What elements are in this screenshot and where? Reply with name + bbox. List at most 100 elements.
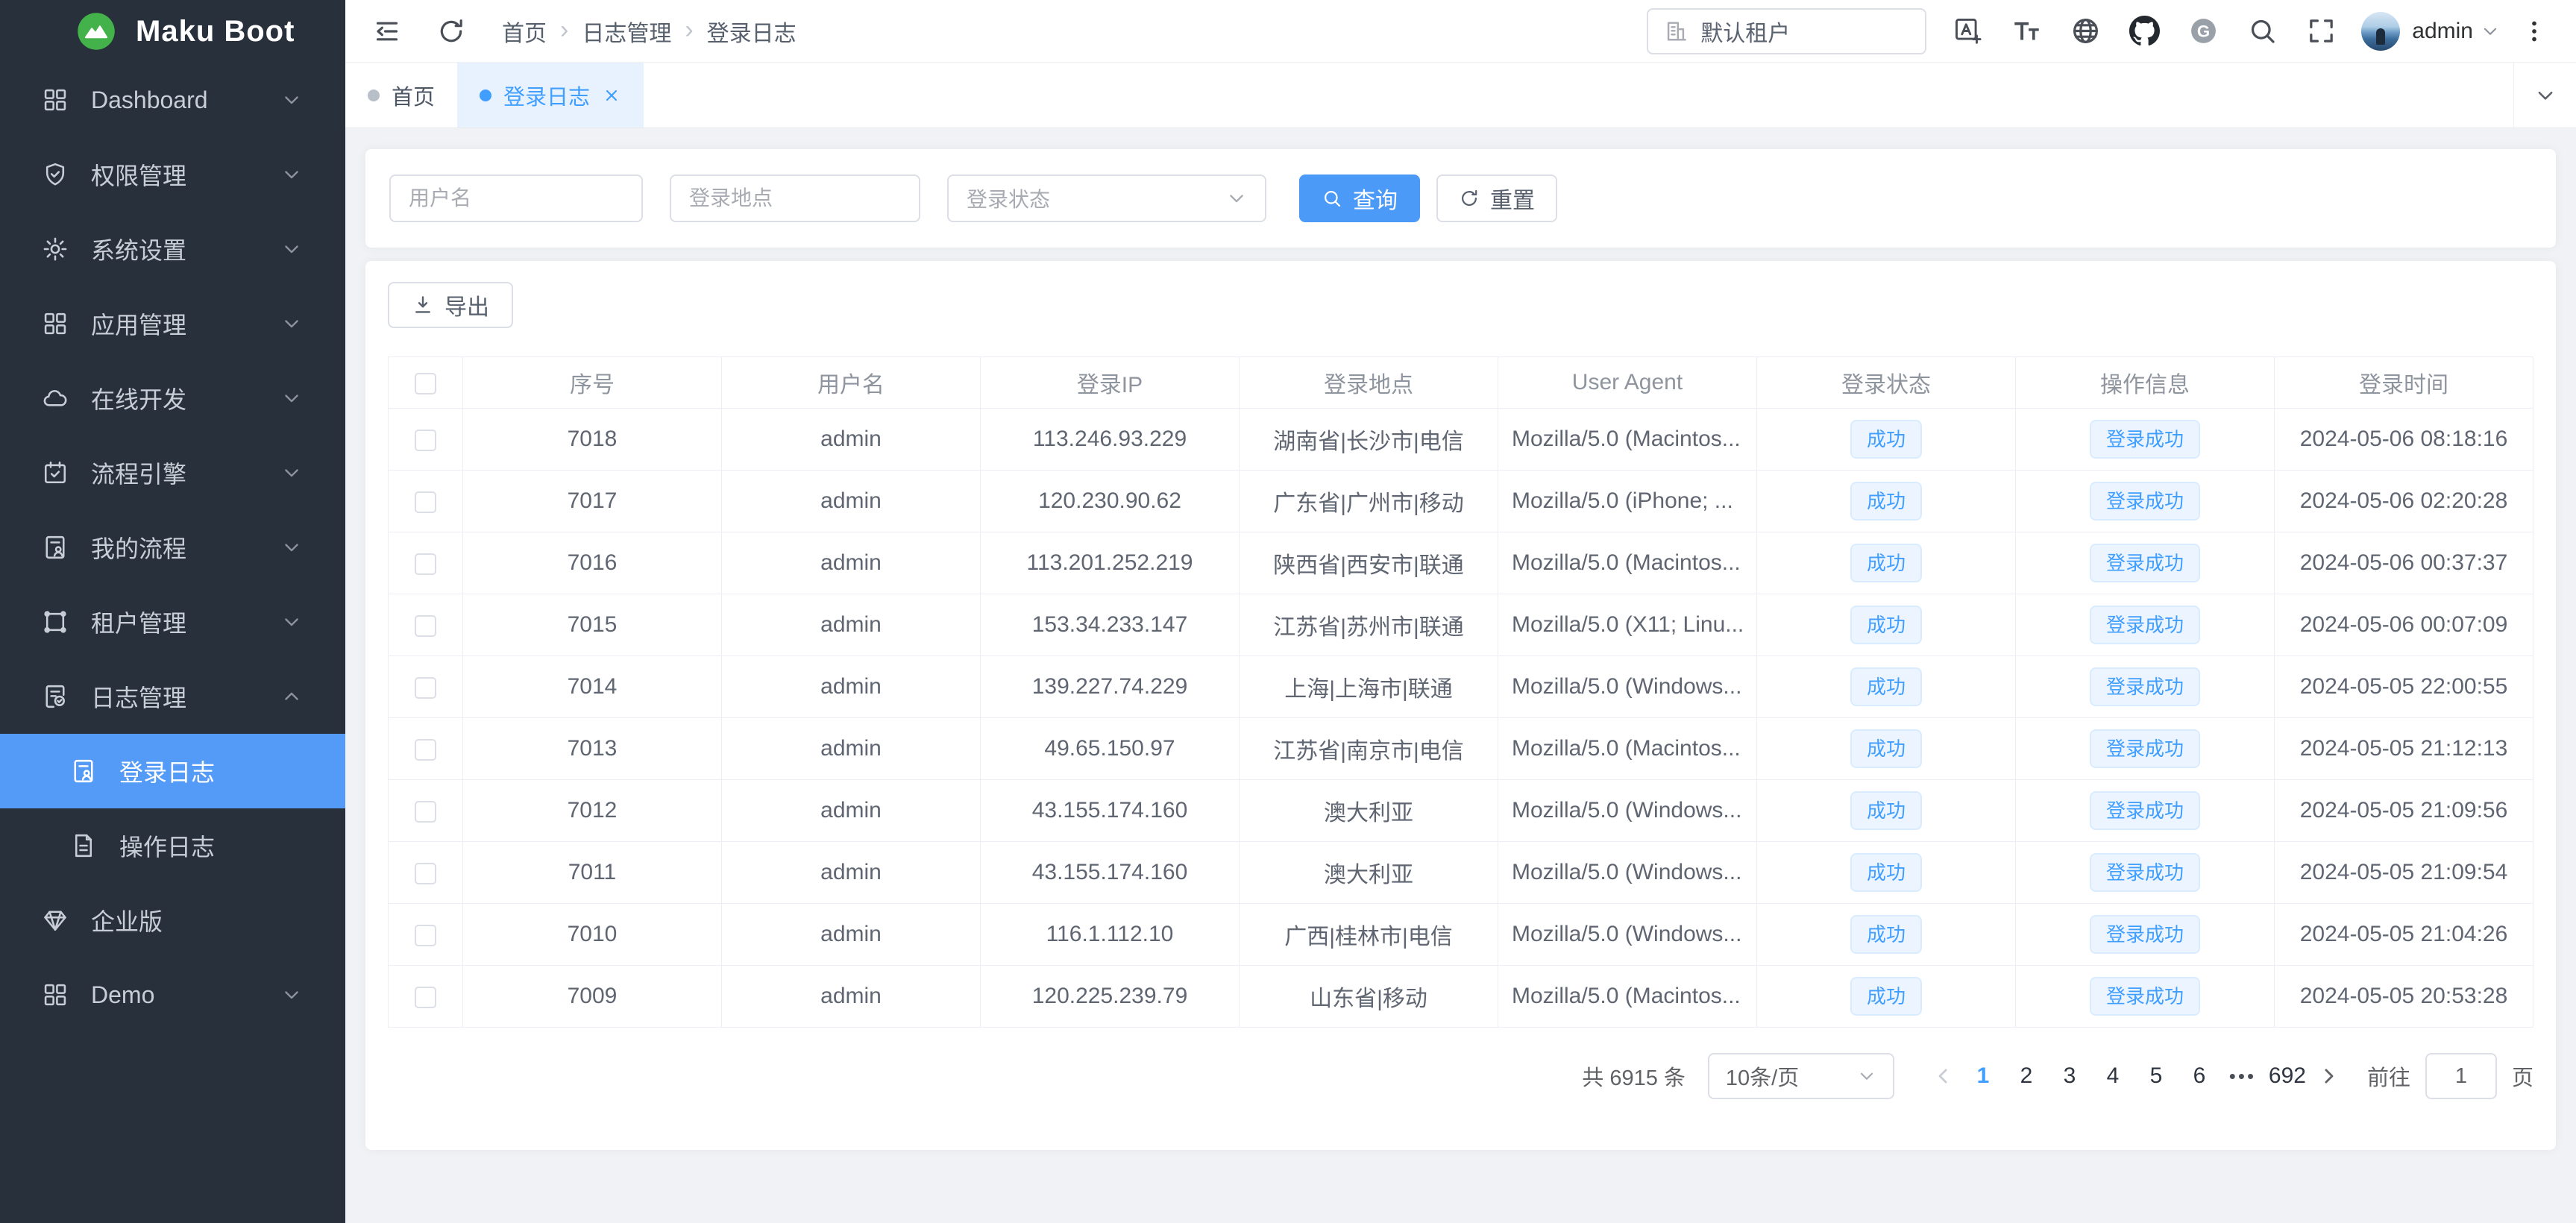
chevron-down-icon	[281, 89, 302, 110]
header-tool-button[interactable]	[2292, 8, 2351, 54]
row-checkbox[interactable]	[415, 987, 436, 1008]
cell-login-time: 2024-05-05 21:09:56	[2275, 780, 2533, 842]
select-all-cell	[389, 357, 463, 409]
breadcrumb-item[interactable]: 日志管理	[582, 15, 671, 48]
next-page-button[interactable]	[2310, 1065, 2346, 1087]
login-location-input[interactable]	[670, 175, 920, 222]
table-row: 7011 admin 43.155.174.160 澳大利亚 Mozilla/5…	[389, 842, 2533, 904]
search-button-label: 查询	[1353, 182, 1398, 215]
row-checkbox[interactable]	[415, 925, 436, 946]
tenant-select[interactable]: 默认租户	[1647, 8, 1926, 54]
sidebar-menu-item[interactable]: 流程引擎	[0, 436, 345, 510]
cell-login-status: 成功	[1757, 656, 2016, 718]
app-logo[interactable]: Maku Boot	[0, 0, 345, 63]
sidebar-menu-item[interactable]: 系统设置	[0, 212, 345, 286]
sidebar-menu-item[interactable]: 企业版	[0, 883, 345, 958]
table-card: 导出 序号用户名登录IP登录地点User Agent登录状态操作信息登录时间 7…	[365, 261, 2556, 1150]
page-number[interactable]: 3	[2052, 1063, 2087, 1089]
more-pages-icon[interactable]: •••	[2225, 1065, 2260, 1088]
gear-icon	[42, 236, 69, 262]
menu-item-label: 在线开发	[91, 381, 281, 415]
sidebar-menu-item[interactable]: Demo	[0, 958, 345, 1032]
status-badge: 成功	[1850, 853, 1922, 892]
refresh-button[interactable]	[436, 16, 466, 46]
sidebar-menu-item[interactable]: 我的流程	[0, 510, 345, 585]
cell-login-location: 湖南省|长沙市|电信	[1240, 409, 1498, 471]
row-checkbox[interactable]	[415, 615, 436, 637]
sidebar-menu-item[interactable]: Dashboard	[0, 63, 345, 137]
collapse-sidebar-button[interactable]	[372, 16, 402, 46]
page-number[interactable]: 1	[1966, 1063, 2000, 1089]
sidebar-menu-item[interactable]: 权限管理	[0, 137, 345, 212]
user-name[interactable]: admin	[2412, 19, 2473, 44]
close-icon[interactable]	[602, 86, 621, 105]
sidebar-menu-item[interactable]: 租户管理	[0, 585, 345, 659]
translate-icon	[1953, 16, 1983, 46]
row-checkbox[interactable]	[415, 801, 436, 823]
sidebar-submenu-item[interactable]: 登录日志	[0, 734, 345, 808]
menu-item-label: 应用管理	[91, 306, 281, 341]
cell-username: admin	[722, 409, 981, 471]
sidebar-menu-item[interactable]: 日志管理	[0, 659, 345, 734]
breadcrumb-item[interactable]: 首页	[502, 15, 547, 48]
row-select-cell	[389, 594, 463, 656]
prev-page-button[interactable]	[1926, 1065, 1961, 1087]
kebab-icon	[2521, 18, 2548, 45]
search-button[interactable]: 查询	[1299, 175, 1420, 222]
operation-badge: 登录成功	[2090, 977, 2200, 1016]
chevron-down-icon[interactable]	[2481, 22, 2500, 41]
header-tool-button[interactable]	[2174, 8, 2233, 54]
table-row: 7017 admin 120.230.90.62 广东省|广州市|移动 Mozi…	[389, 471, 2533, 532]
username-input[interactable]	[389, 175, 643, 222]
column-header: 操作信息	[2016, 357, 2275, 409]
column-header: 登录状态	[1757, 357, 2016, 409]
row-checkbox[interactable]	[415, 491, 436, 513]
download-icon	[412, 294, 434, 316]
cell-username: admin	[722, 594, 981, 656]
operation-badge: 登录成功	[2090, 853, 2200, 892]
status-badge: 成功	[1850, 544, 1922, 582]
cell-operation-info: 登录成功	[2016, 471, 2275, 532]
shield-check-icon	[42, 161, 69, 188]
page-size-label: 10条/页	[1726, 1060, 1799, 1092]
header: 首页›日志管理›登录日志 默认租户 admin	[345, 0, 2576, 63]
cell-no: 7012	[463, 780, 722, 842]
goto-page-input[interactable]	[2425, 1053, 2497, 1099]
select-all-checkbox[interactable]	[415, 373, 436, 394]
sidebar-menu-item[interactable]: 应用管理	[0, 286, 345, 361]
more-menu-button[interactable]	[2521, 18, 2548, 45]
sidebar-menu-item[interactable]: 在线开发	[0, 361, 345, 436]
tab[interactable]: 登录日志	[457, 63, 644, 128]
cell-login-ip: 153.34.233.147	[981, 594, 1240, 656]
page-number[interactable]: 5	[2139, 1063, 2173, 1089]
header-tool-button[interactable]	[2233, 8, 2292, 54]
search-icon	[1322, 188, 1342, 209]
row-checkbox[interactable]	[415, 739, 436, 761]
table-row: 7016 admin 113.201.252.219 陕西省|西安市|联通 Mo…	[389, 532, 2533, 594]
table-row: 7009 admin 120.225.239.79 山东省|移动 Mozilla…	[389, 966, 2533, 1028]
header-tool-button[interactable]	[2056, 8, 2115, 54]
cell-login-location: 上海|上海市|联通	[1240, 656, 1498, 718]
row-checkbox[interactable]	[415, 863, 436, 884]
header-tool-button[interactable]	[1938, 8, 1997, 54]
login-status-select[interactable]: 登录状态	[947, 175, 1266, 222]
header-tool-button[interactable]	[2115, 8, 2174, 54]
header-tool-button[interactable]	[1997, 8, 2056, 54]
reset-button[interactable]: 重置	[1436, 175, 1557, 222]
page-number[interactable]: 692	[2269, 1063, 2306, 1089]
sidebar-submenu-item[interactable]: 操作日志	[0, 808, 345, 883]
page-number[interactable]: 2	[2009, 1063, 2043, 1089]
tabs-dropdown-button[interactable]	[2513, 63, 2576, 128]
avatar[interactable]	[2361, 12, 2400, 51]
page-size-select[interactable]: 10条/页	[1708, 1053, 1894, 1099]
row-checkbox[interactable]	[415, 677, 436, 699]
page-number[interactable]: 4	[2096, 1063, 2130, 1089]
export-button[interactable]: 导出	[388, 282, 513, 328]
operation-badge: 登录成功	[2090, 729, 2200, 768]
row-checkbox[interactable]	[415, 553, 436, 575]
cell-login-time: 2024-05-05 21:09:54	[2275, 842, 2533, 904]
page-number[interactable]: 6	[2182, 1063, 2217, 1089]
tab[interactable]: 首页	[345, 63, 457, 128]
export-button-label: 导出	[444, 289, 489, 321]
row-checkbox[interactable]	[415, 430, 436, 451]
